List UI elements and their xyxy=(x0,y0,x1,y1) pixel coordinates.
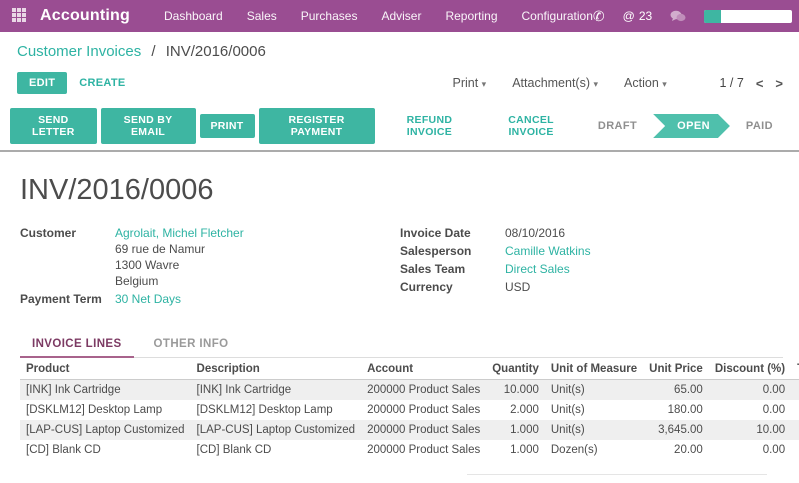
invoice-sheet: INV/2016/0006 Customer Agrolait, Michel … xyxy=(0,152,799,483)
chevron-down-icon: ▾ xyxy=(662,79,667,89)
menu-adviser[interactable]: Adviser xyxy=(381,9,421,23)
col-account: Account xyxy=(361,358,486,380)
menu-configuration[interactable]: Configuration xyxy=(522,9,593,23)
attachments-dropdown[interactable]: Attachment(s) ▾ xyxy=(512,76,598,90)
apps-grid-icon[interactable] xyxy=(12,8,26,24)
print-button[interactable]: PRINT xyxy=(200,114,255,138)
table-row[interactable]: [LAP-CUS] Laptop Customized[LAP-CUS] Lap… xyxy=(20,420,799,440)
breadcrumb-separator: / xyxy=(151,43,155,60)
cancel-invoice-button[interactable]: CANCEL INVOICE xyxy=(480,108,582,144)
print-dropdown[interactable]: Print ▾ xyxy=(452,76,486,90)
totals-box: Untaxed Amount : $4,310.50 Tax : $0.00 T… xyxy=(467,474,767,483)
tab-other-info[interactable]: OTHER INFO xyxy=(142,331,241,357)
send-letter-button[interactable]: SEND LETTER xyxy=(10,108,97,144)
menu-purchases[interactable]: Purchases xyxy=(301,9,358,23)
table-row[interactable]: [DSKLM12] Desktop Lamp[DSKLM12] Desktop … xyxy=(20,400,799,420)
invoice-number-title: INV/2016/0006 xyxy=(20,174,783,207)
register-payment-button[interactable]: REGISTER PAYMENT xyxy=(259,108,375,144)
salesperson-label: Salesperson xyxy=(400,243,505,259)
tab-invoice-lines[interactable]: INVOICE LINES xyxy=(20,331,134,358)
invoice-lines-table: Product Description Account Quantity Uni… xyxy=(20,358,799,460)
messages-count: 23 xyxy=(639,9,652,23)
status-open[interactable]: OPEN xyxy=(653,114,730,138)
top-navbar: Accounting Dashboard Sales Purchases Adv… xyxy=(0,0,799,32)
notebook-tabs: INVOICE LINES OTHER INFO xyxy=(20,331,783,358)
app-name[interactable]: Accounting xyxy=(40,7,130,25)
col-description: Description xyxy=(191,358,362,380)
invoice-date-value: 08/10/2016 xyxy=(505,225,565,241)
messages-counter[interactable]: @ 23 xyxy=(623,9,653,23)
payment-term-link[interactable]: 30 Net Days xyxy=(115,291,181,307)
col-discount: Discount (%) xyxy=(709,358,791,380)
salesperson-link[interactable]: Camille Watkins xyxy=(505,243,591,259)
customer-address: 69 rue de Namur 1300 Wavre Belgium xyxy=(115,241,244,289)
invoice-date-label: Invoice Date xyxy=(400,225,505,241)
planner-progressbar[interactable] xyxy=(704,10,792,23)
col-unit-price: Unit Price xyxy=(643,358,709,380)
status-paid[interactable]: PAID xyxy=(730,120,789,132)
sales-team-label: Sales Team xyxy=(400,261,505,277)
create-button[interactable]: CREATE xyxy=(67,72,137,94)
currency-value: USD xyxy=(505,279,530,295)
edit-button[interactable]: EDIT xyxy=(17,72,67,94)
pager-value: 1 / 7 xyxy=(719,76,743,90)
status-draft[interactable]: DRAFT xyxy=(582,120,653,132)
control-panel: EDIT CREATE Print ▾ Attachment(s) ▾ Acti… xyxy=(0,64,799,102)
payment-term-label: Payment Term xyxy=(20,291,115,307)
breadcrumb: Customer Invoices / INV/2016/0006 xyxy=(0,32,799,64)
menu-reporting[interactable]: Reporting xyxy=(445,9,497,23)
menu-sales[interactable]: Sales xyxy=(247,9,277,23)
invoice-statusbar: SEND LETTER SEND BY EMAIL PRINT REGISTER… xyxy=(0,102,799,152)
table-row[interactable]: [CD] Blank CD[CD] Blank CD 200000 Produc… xyxy=(20,440,799,460)
customer-label: Customer xyxy=(20,225,115,289)
refund-invoice-button[interactable]: REFUND INVOICE xyxy=(379,108,481,144)
breadcrumb-customer-invoices[interactable]: Customer Invoices xyxy=(17,43,141,60)
currency-label: Currency xyxy=(400,279,505,295)
at-icon: @ xyxy=(623,9,635,23)
status-pipeline: DRAFT OPEN PAID xyxy=(582,114,789,138)
chat-icon[interactable] xyxy=(670,10,686,23)
col-uom: Unit of Measure xyxy=(545,358,643,380)
breadcrumb-current: INV/2016/0006 xyxy=(166,43,266,60)
phone-icon[interactable]: ✆ xyxy=(593,8,605,25)
customer-link[interactable]: Agrolait, Michel Fletcher xyxy=(115,225,244,241)
action-dropdown[interactable]: Action ▾ xyxy=(624,76,667,90)
chevron-down-icon: ▾ xyxy=(482,79,487,89)
sales-team-link[interactable]: Direct Sales xyxy=(505,261,570,277)
chevron-down-icon: ▾ xyxy=(594,79,599,89)
planner-progress-fill xyxy=(704,10,721,23)
pager-prev-icon[interactable]: < xyxy=(756,76,764,91)
col-quantity: Quantity xyxy=(486,358,545,380)
table-row[interactable]: [INK] Ink Cartridge[INK] Ink Cartridge 2… xyxy=(20,380,799,401)
main-menu: Dashboard Sales Purchases Adviser Report… xyxy=(164,9,593,23)
col-taxes: Taxes xyxy=(791,358,799,380)
send-by-email-button[interactable]: SEND BY EMAIL xyxy=(101,108,196,144)
table-header-row: Product Description Account Quantity Uni… xyxy=(20,358,799,380)
menu-dashboard[interactable]: Dashboard xyxy=(164,9,223,23)
col-product: Product xyxy=(20,358,191,380)
pager-next-icon[interactable]: > xyxy=(775,76,783,91)
pager: 1 / 7 < > xyxy=(719,76,783,91)
